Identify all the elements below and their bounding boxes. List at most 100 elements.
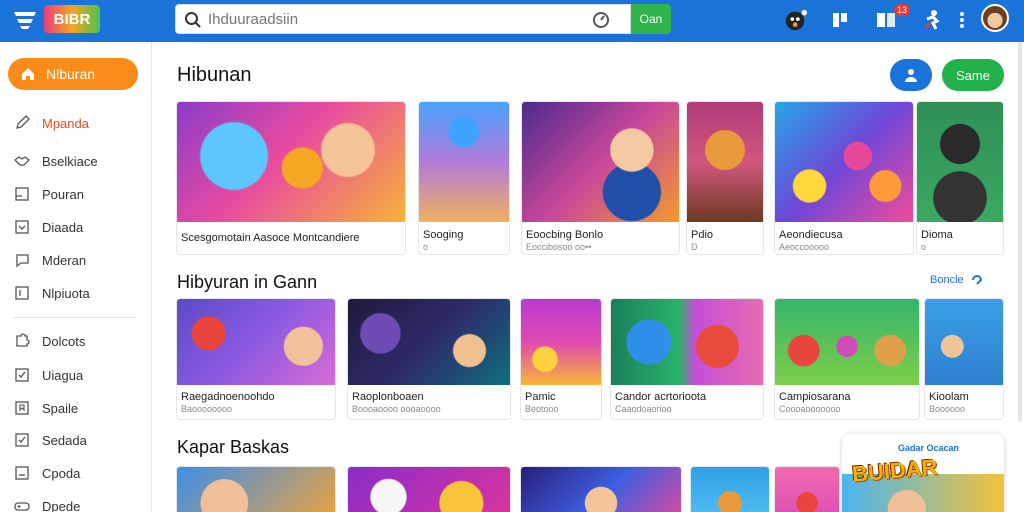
sidebar-item-5[interactable]: Nlpiuota [14, 282, 144, 304]
history-icon[interactable] [592, 11, 610, 29]
sidebar-item-1[interactable]: Bselkiace [14, 150, 144, 172]
game-thumbnail [775, 102, 913, 222]
game-card[interactable] [690, 466, 770, 512]
section-title-featured: Hibunan [177, 64, 252, 86]
sidebar-item-label: Nlburan [46, 66, 96, 82]
user-avatar[interactable] [981, 4, 1009, 32]
search-button[interactable]: Oan [631, 4, 671, 34]
bracket-box-icon [15, 286, 29, 300]
game-subtitle: Coooaooooooo [779, 404, 841, 414]
game-card[interactable]: Pdio D [686, 101, 764, 255]
section-title-popular: Kapar Baskas [177, 437, 290, 457]
game-subtitle: Boooooo [929, 404, 966, 414]
game-thumbnail [348, 467, 510, 512]
sidebar-item-label: Dolcots [42, 333, 86, 349]
game-card[interactable]: Pamic Beotooo [520, 298, 602, 420]
game-card[interactable]: Eoocbing Bonlo Eoccibosoo oo•• [521, 101, 680, 255]
app-logo[interactable]: BIBR [44, 5, 100, 33]
sidebar-item-9[interactable]: Sedada [14, 429, 144, 451]
sidebar-item-7[interactable]: Uiagua [14, 364, 144, 386]
sidebar-item-label: Mderan [42, 252, 87, 268]
top-bar: BIBR Oan 13 [0, 0, 1024, 42]
see-all-link[interactable]: Boncle [930, 273, 984, 287]
game-card[interactable]: Dioma o [916, 101, 1004, 255]
game-title: Eoocbing Bonlo [526, 229, 604, 241]
menu-icon[interactable] [12, 9, 38, 31]
game-card[interactable]: Candor acrtorioota Caaodoaorioo [610, 298, 764, 420]
user-icon [905, 69, 917, 82]
game-card[interactable] [774, 466, 840, 512]
mascot-icon[interactable] [784, 8, 808, 32]
game-title: Campiosarana [779, 391, 851, 403]
game-title: Pdio [691, 229, 714, 241]
puzzle-icon [16, 333, 30, 347]
sidebar-item-10[interactable]: Cpoda [14, 462, 144, 484]
more-vertical-icon[interactable] [950, 8, 974, 32]
search-bar [175, 4, 631, 34]
sidebar-item-home[interactable]: Nlburan [8, 58, 138, 90]
flag-icon[interactable] [828, 8, 852, 32]
sidebar-item-label: Uiagua [42, 367, 84, 383]
game-card[interactable]: Raegadnoenoohdo Baoooooooo [176, 298, 336, 420]
game-subtitle: Eoccibosoo oo•• [526, 242, 592, 252]
sidebar-item-label: Cpoda [42, 465, 81, 481]
game-subtitle: Beotooo [525, 404, 559, 414]
page-scrollbar[interactable] [1018, 42, 1022, 422]
bookmark-box-icon [15, 401, 29, 415]
gamepad-icon [14, 502, 30, 511]
check-box-icon [15, 368, 29, 382]
home-icon [22, 68, 34, 80]
sidebar-item-label: Diaada [42, 219, 84, 235]
sidebar-item-0[interactable]: Mpanda [14, 112, 144, 134]
game-card[interactable] [347, 466, 511, 512]
game-subtitle: Aeoccooooo [779, 242, 830, 252]
game-thumbnail [177, 467, 335, 512]
profile-run-icon[interactable] [920, 8, 944, 32]
sidebar-item-4[interactable]: Mderan [14, 249, 144, 271]
sidebar-item-label: Bselkiace [42, 153, 98, 169]
game-card[interactable]: Aeondiecusa Aeoccooooo [774, 101, 914, 255]
game-thumbnail [521, 467, 681, 512]
game-card[interactable]: Scesgomotain Aasoce Montcandiere [176, 101, 406, 255]
sidebar-item-label: Dpede [42, 498, 81, 512]
sidebar-divider [14, 317, 136, 318]
promo-popup[interactable]: Gadar Ocacan BUIDAR [842, 434, 1004, 512]
game-subtitle: Caaodoaorioo [615, 404, 672, 414]
sidebar-item-label: Spaile [42, 400, 79, 416]
game-thumbnail [687, 102, 763, 222]
sidebar-item-label: Nlpiuota [42, 285, 90, 301]
game-thumbnail [611, 299, 763, 385]
game-thumbnail [177, 299, 335, 385]
game-thumbnail [917, 102, 1003, 222]
sidebar-item-2[interactable]: Pouran [14, 183, 144, 205]
handshake-icon [14, 156, 30, 166]
game-title: Raegadnoenoohdo [181, 391, 275, 403]
game-card[interactable]: Campiosarana Coooaooooooo [774, 298, 920, 420]
game-button[interactable]: Same [942, 59, 1004, 91]
arrow-icon [971, 275, 982, 285]
account-button[interactable] [890, 59, 932, 91]
game-card[interactable] [176, 466, 336, 512]
game-card[interactable] [520, 466, 682, 512]
game-title: Scesgomotain Aasoce Montcandiere [181, 232, 360, 244]
sidebar-item-3[interactable]: Diaada [14, 216, 144, 238]
chevron-box-icon [15, 220, 29, 234]
sidebar-item-label: Pouran [42, 186, 84, 202]
sidebar-item-6[interactable]: Dolcots [14, 330, 144, 352]
sidebar-item-8[interactable]: Spaile [14, 397, 144, 419]
notification-badge: 13 [894, 4, 910, 16]
game-thumbnail [775, 299, 919, 385]
game-thumbnail [177, 102, 405, 222]
game-card[interactable]: Raoplonboaen Boooaoooo oooaoooo [347, 298, 511, 420]
game-card[interactable]: Kioolam Boooooo [924, 298, 1004, 420]
promo-label: Gadar Ocacan [898, 443, 960, 453]
game-title: Aeondiecusa [779, 229, 843, 241]
search-input[interactable] [208, 9, 578, 29]
game-card[interactable]: Sooging o [418, 101, 510, 255]
game-thumbnail [522, 102, 679, 222]
square-icon [15, 187, 29, 201]
game-thumbnail [521, 299, 601, 385]
section-title-games: Hibyuran in Gann [177, 272, 318, 292]
sidebar-item-11[interactable]: Dpede [14, 495, 144, 512]
game-subtitle: Baoooooooo [181, 404, 233, 414]
